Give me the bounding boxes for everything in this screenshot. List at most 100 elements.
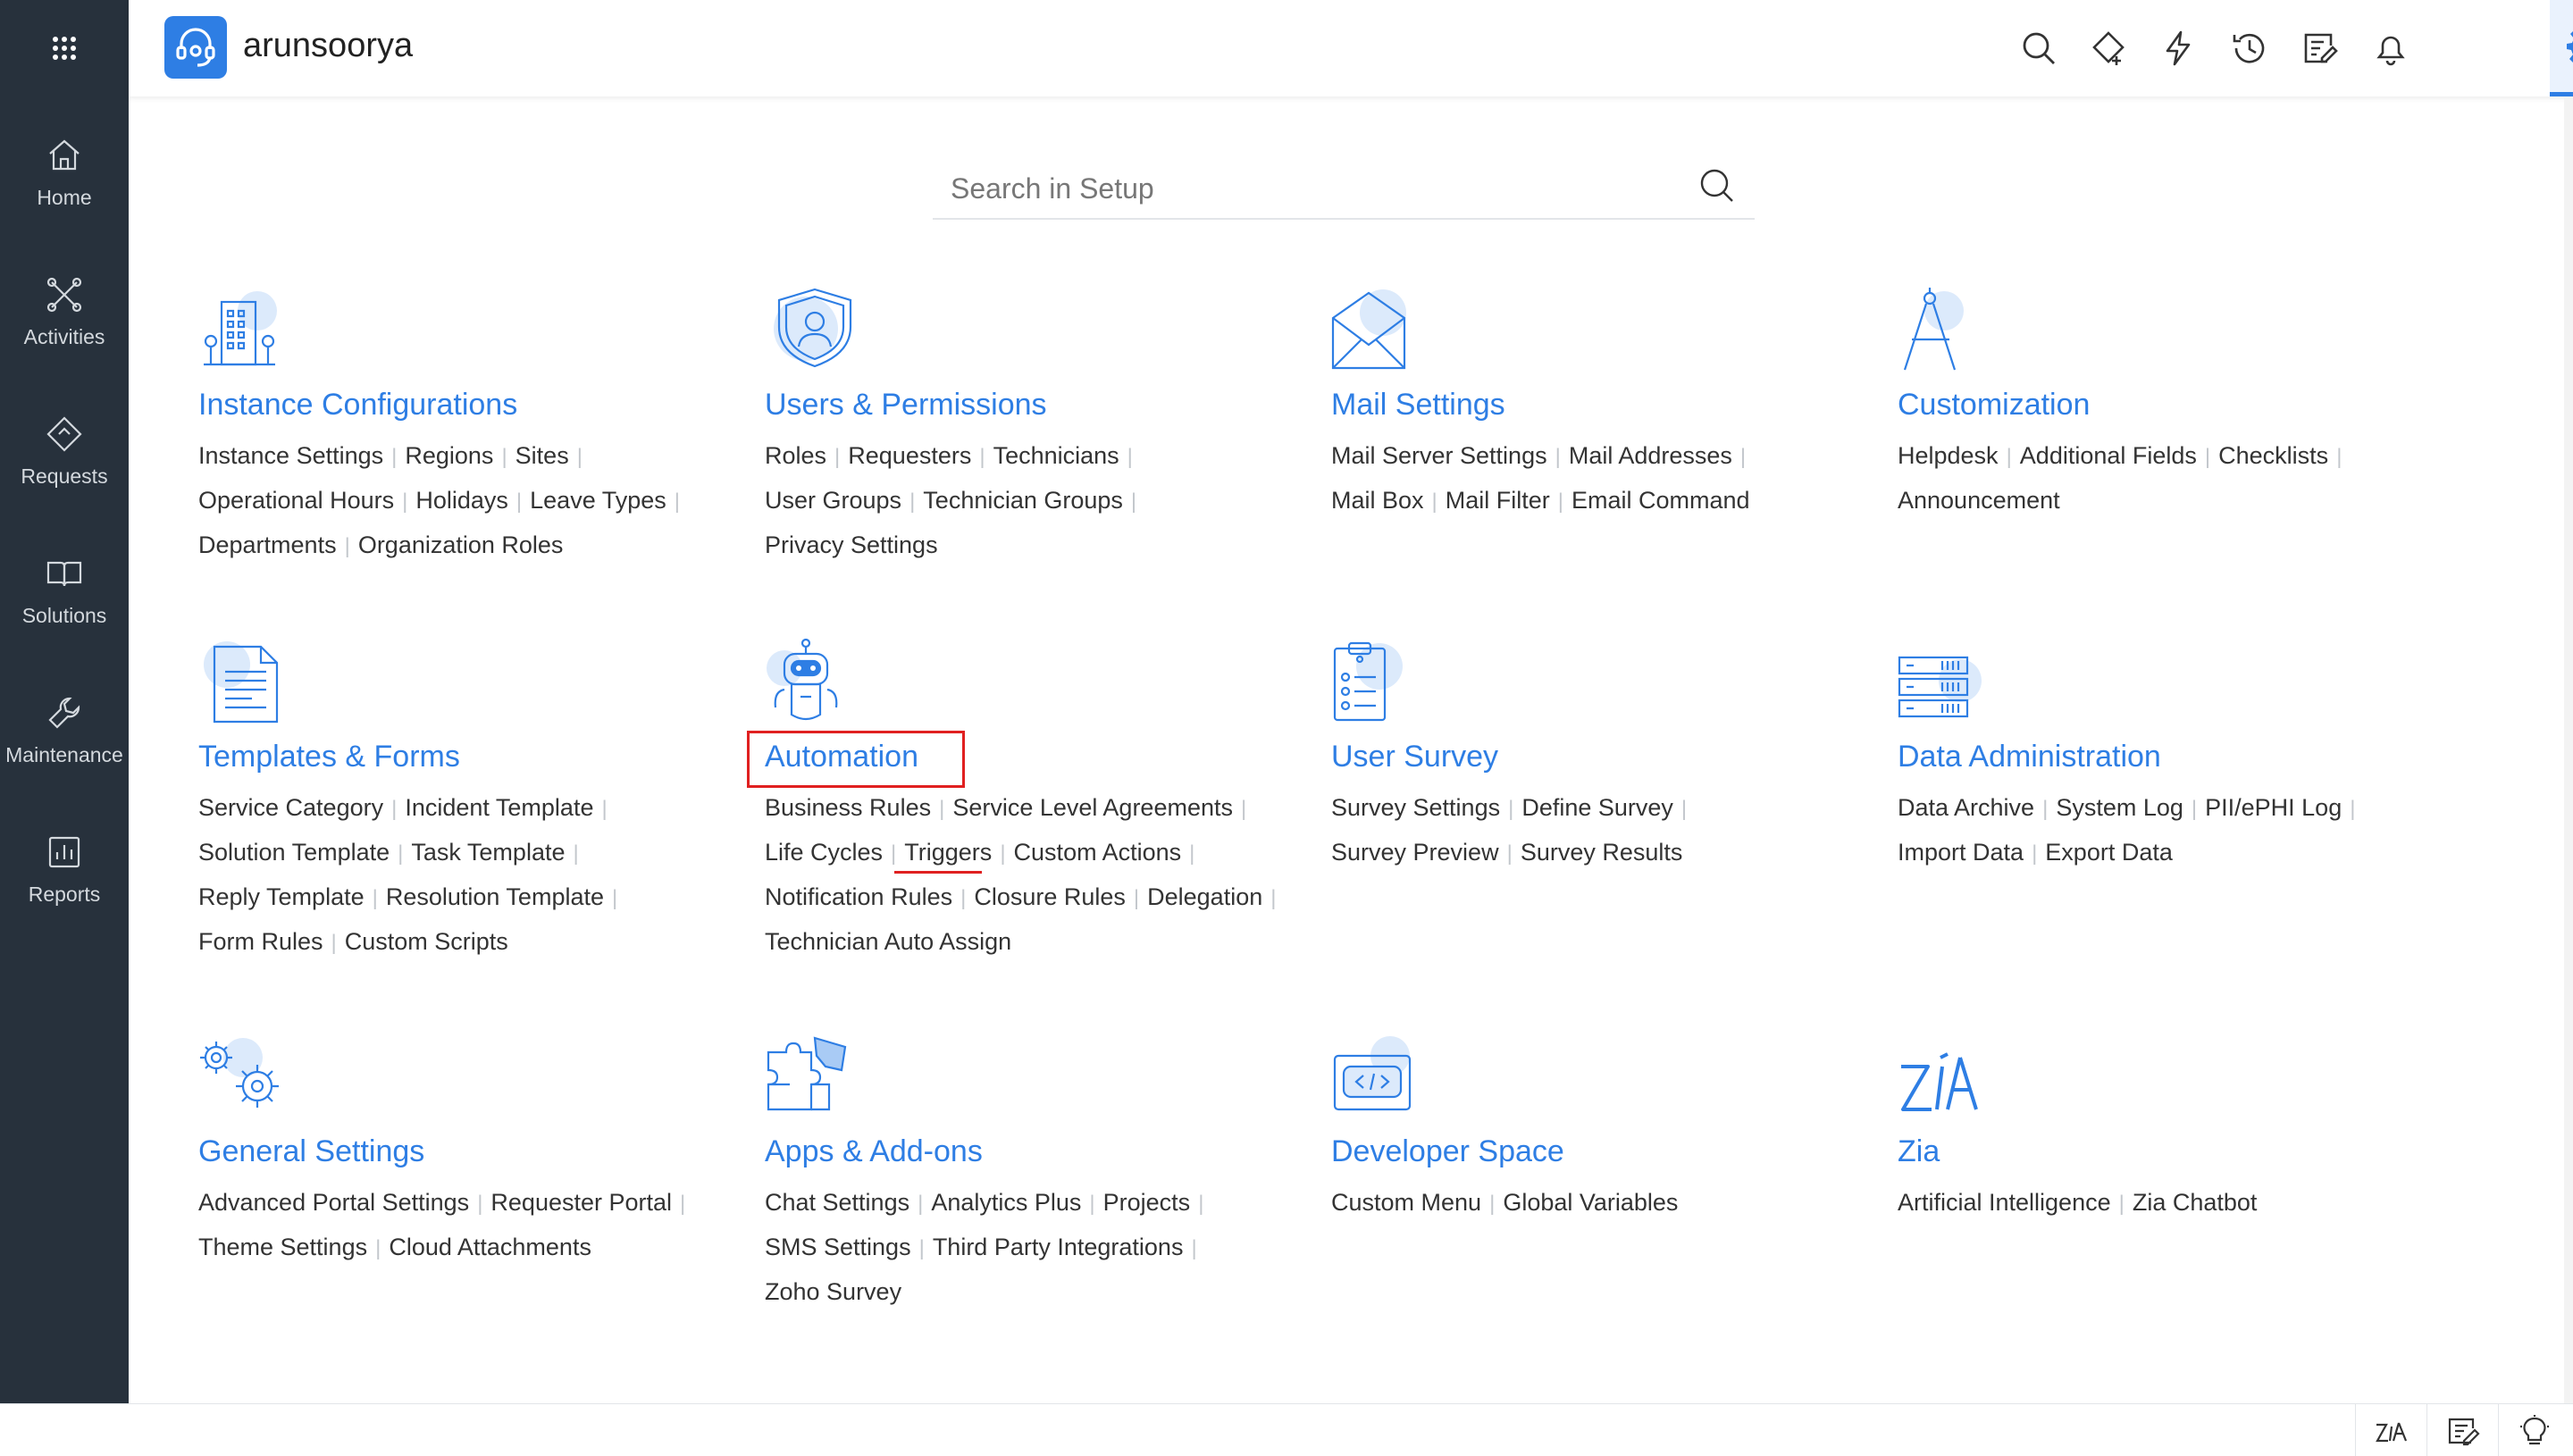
- global-search-icon[interactable]: [2017, 27, 2060, 70]
- link-email-command[interactable]: Email Command: [1571, 487, 1750, 514]
- link-instance-settings[interactable]: Instance Settings: [198, 442, 383, 469]
- section-title[interactable]: Developer Space: [1331, 1134, 1564, 1169]
- link-technician-auto-assign[interactable]: Technician Auto Assign: [765, 928, 1011, 955]
- lightning-icon[interactable]: [2157, 27, 2200, 70]
- link-triggers[interactable]: Triggers: [904, 839, 992, 866]
- link-form-rules[interactable]: Form Rules: [198, 928, 323, 955]
- link-export-data[interactable]: Export Data: [2045, 839, 2173, 866]
- link-chat-settings[interactable]: Chat Settings: [765, 1189, 909, 1216]
- sidebar-item-maintenance[interactable]: Maintenance: [0, 672, 129, 788]
- servicedesk-logo-icon[interactable]: [164, 16, 227, 79]
- link-sites[interactable]: Sites: [515, 442, 569, 469]
- link-mail-addresses[interactable]: Mail Addresses: [1569, 442, 1732, 469]
- link-additional-fields[interactable]: Additional Fields: [2020, 442, 2197, 469]
- section-title[interactable]: Apps & Add-ons: [765, 1134, 983, 1169]
- section-title[interactable]: Data Administration: [1898, 740, 2161, 774]
- quick-create-icon[interactable]: [2087, 27, 2130, 70]
- notes-edit-icon[interactable]: [2426, 1404, 2498, 1456]
- link-business-rules[interactable]: Business Rules: [765, 794, 931, 821]
- sidebar-item-label: Activities: [23, 324, 105, 348]
- link-regions[interactable]: Regions: [405, 442, 493, 469]
- link-solution-template[interactable]: Solution Template: [198, 839, 390, 866]
- link-service-level-agreements[interactable]: Service Level Agreements: [952, 794, 1233, 821]
- zia-logo-icon: [1901, 1052, 1978, 1111]
- link-notification-rules[interactable]: Notification Rules: [765, 883, 952, 910]
- link-closure-rules[interactable]: Closure Rules: [974, 883, 1126, 910]
- sidebar-item-activities[interactable]: Activities: [0, 254, 129, 370]
- page-scrollbar[interactable]: [2564, 96, 2573, 1403]
- search-icon[interactable]: [1697, 166, 1737, 205]
- sidebar-item-solutions[interactable]: Solutions: [0, 532, 129, 649]
- link-analytics-plus[interactable]: Analytics Plus: [931, 1189, 1081, 1216]
- apps-grid-icon[interactable]: [0, 0, 129, 96]
- link-theme-settings[interactable]: Theme Settings: [198, 1234, 367, 1260]
- link-pii-ephi-log[interactable]: PII/ePHI Log: [2205, 794, 2342, 821]
- zia-assistant-icon[interactable]: [2355, 1404, 2426, 1456]
- survey-clipboard-icon: [1333, 641, 1403, 722]
- link-operational-hours[interactable]: Operational Hours: [198, 487, 394, 514]
- notes-icon[interactable]: [2298, 27, 2341, 70]
- link-delegation[interactable]: Delegation: [1147, 883, 1262, 910]
- section-title[interactable]: Mail Settings: [1331, 388, 1505, 423]
- link-zia-chatbot[interactable]: Zia Chatbot: [2133, 1189, 2258, 1216]
- link-sms-settings[interactable]: SMS Settings: [765, 1234, 911, 1260]
- link-technicians[interactable]: Technicians: [993, 442, 1119, 469]
- link-projects[interactable]: Projects: [1103, 1189, 1191, 1216]
- link-survey-settings[interactable]: Survey Settings: [1331, 794, 1500, 821]
- link-life-cycles[interactable]: Life Cycles: [765, 839, 883, 866]
- link-global-variables[interactable]: Global Variables: [1503, 1189, 1678, 1216]
- link-requesters[interactable]: Requesters: [848, 442, 971, 469]
- section-title[interactable]: General Settings: [198, 1134, 424, 1169]
- section-title[interactable]: Templates & Forms: [198, 740, 460, 774]
- section-title[interactable]: Instance Configurations: [198, 388, 517, 423]
- link-cloud-attachments[interactable]: Cloud Attachments: [389, 1234, 591, 1260]
- link-incident-template[interactable]: Incident Template: [405, 794, 593, 821]
- section-title[interactable]: User Survey: [1331, 740, 1498, 774]
- link-mail-filter[interactable]: Mail Filter: [1446, 487, 1550, 514]
- link-system-log[interactable]: System Log: [2056, 794, 2183, 821]
- link-departments[interactable]: Departments: [198, 531, 337, 558]
- sidebar-item-requests[interactable]: Requests: [0, 393, 129, 509]
- link-organization-roles[interactable]: Organization Roles: [358, 531, 564, 558]
- setup-search-input[interactable]: [951, 166, 1665, 211]
- section-title[interactable]: Users & Permissions: [765, 388, 1047, 423]
- link-task-template[interactable]: Task Template: [411, 839, 565, 866]
- link-custom-scripts[interactable]: Custom Scripts: [345, 928, 508, 955]
- link-third-party-integrations[interactable]: Third Party Integrations: [933, 1234, 1184, 1260]
- link-leave-types[interactable]: Leave Types: [530, 487, 666, 514]
- link-service-category[interactable]: Service Category: [198, 794, 383, 821]
- reports-icon: [48, 836, 80, 867]
- link-import-data[interactable]: Import Data: [1898, 839, 2024, 866]
- link-technician-groups[interactable]: Technician Groups: [923, 487, 1123, 514]
- sidebar-item-reports[interactable]: Reports: [0, 811, 129, 927]
- link-mail-box[interactable]: Mail Box: [1331, 487, 1424, 514]
- settings-gear-icon[interactable]: [2550, 0, 2573, 96]
- link-advanced-portal-settings[interactable]: Advanced Portal Settings: [198, 1189, 469, 1216]
- link-custom-menu[interactable]: Custom Menu: [1331, 1189, 1481, 1216]
- link-zoho-survey[interactable]: Zoho Survey: [765, 1278, 901, 1305]
- link-artificial-intelligence[interactable]: Artificial Intelligence: [1898, 1189, 2111, 1216]
- link-roles[interactable]: Roles: [765, 442, 826, 469]
- link-holidays[interactable]: Holidays: [415, 487, 508, 514]
- link-define-survey[interactable]: Define Survey: [1521, 794, 1673, 821]
- link-helpdesk[interactable]: Helpdesk: [1898, 442, 1999, 469]
- section-title[interactable]: Customization: [1898, 388, 2090, 423]
- link-requester-portal[interactable]: Requester Portal: [490, 1189, 672, 1216]
- link-custom-actions[interactable]: Custom Actions: [1014, 839, 1182, 866]
- link-reply-template[interactable]: Reply Template: [198, 883, 365, 910]
- history-icon[interactable]: [2228, 27, 2271, 70]
- notification-bell-icon[interactable]: [2369, 27, 2412, 70]
- link-data-archive[interactable]: Data Archive: [1898, 794, 2034, 821]
- link-survey-results[interactable]: Survey Results: [1521, 839, 1683, 866]
- link-mail-server-settings[interactable]: Mail Server Settings: [1331, 442, 1547, 469]
- link-user-groups[interactable]: User Groups: [765, 487, 901, 514]
- link-checklists[interactable]: Checklists: [2218, 442, 2328, 469]
- link-privacy-settings[interactable]: Privacy Settings: [765, 531, 938, 558]
- link-survey-preview[interactable]: Survey Preview: [1331, 839, 1499, 866]
- sidebar-item-home[interactable]: Home: [0, 114, 129, 230]
- lightbulb-icon[interactable]: [2498, 1404, 2569, 1456]
- sidebar-item-label: Reports: [28, 882, 101, 906]
- link-resolution-template[interactable]: Resolution Template: [386, 883, 604, 910]
- section-title[interactable]: Zia: [1898, 1134, 1940, 1169]
- link-announcement[interactable]: Announcement: [1898, 487, 2060, 514]
